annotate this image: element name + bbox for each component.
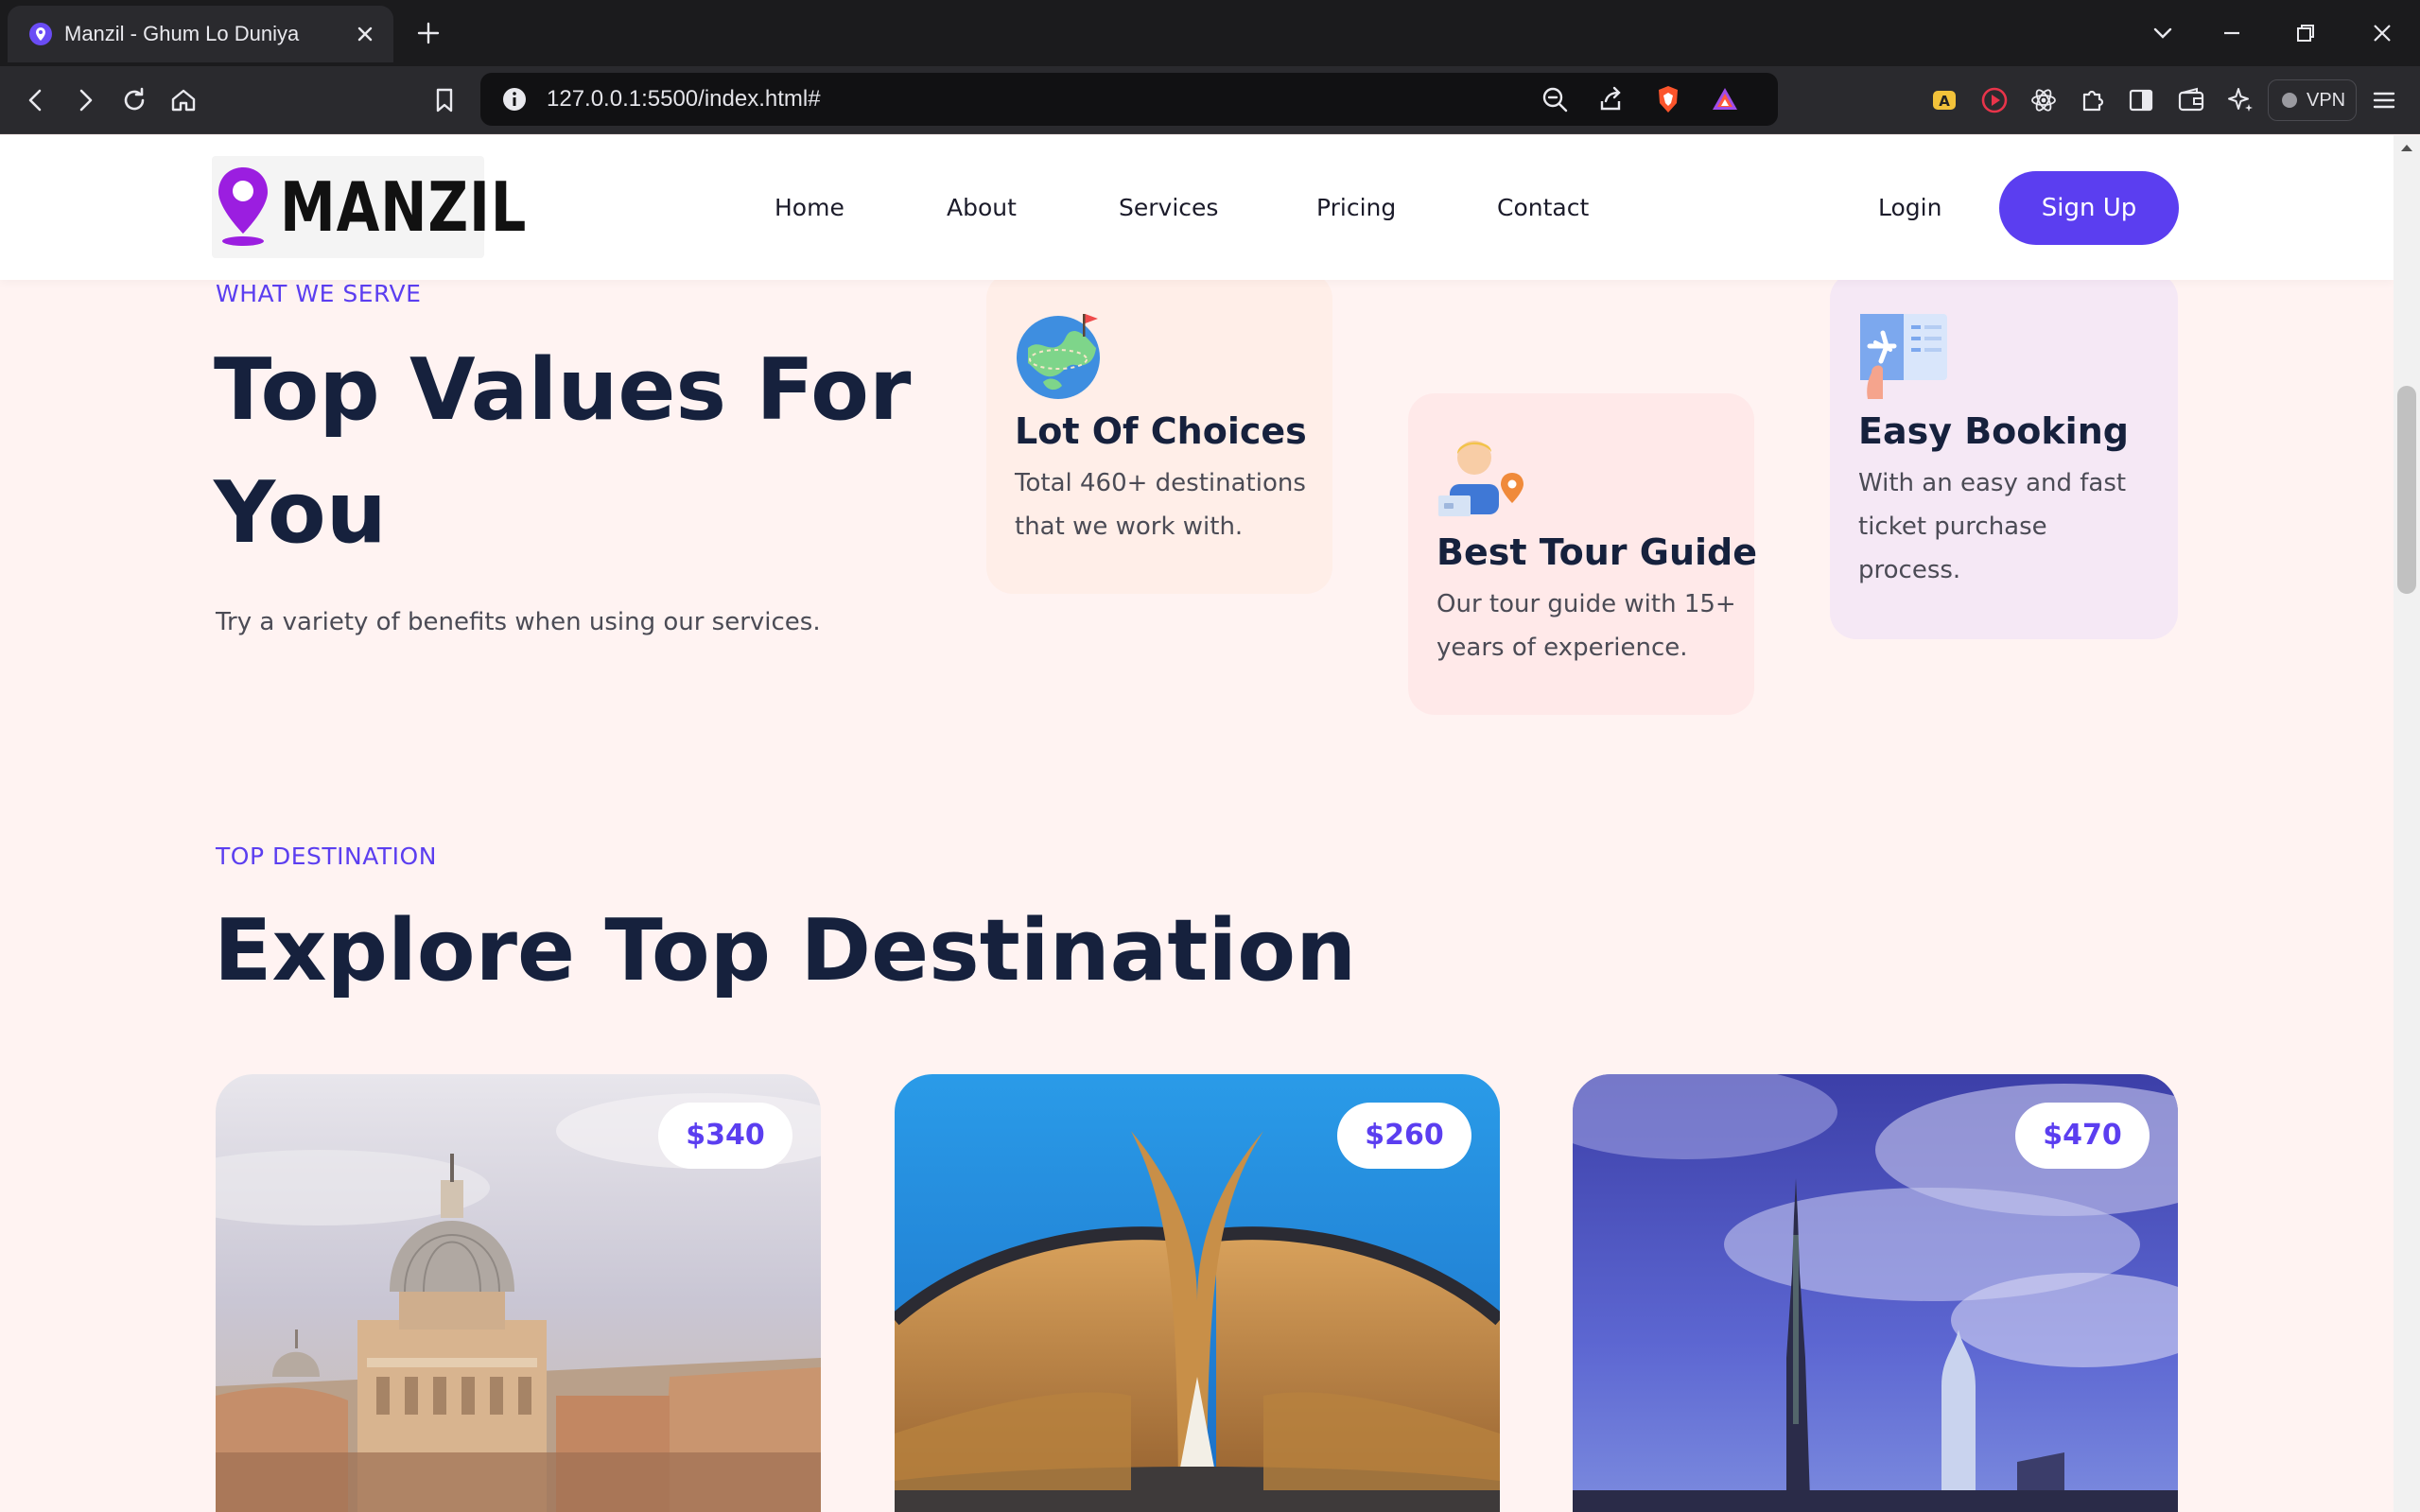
serve-eyebrow: WHAT WE SERVE xyxy=(216,280,422,307)
svg-text:A: A xyxy=(1939,93,1950,110)
site-info-icon[interactable] xyxy=(497,82,531,116)
react-devtools-icon[interactable] xyxy=(2027,83,2061,117)
close-tab-icon[interactable] xyxy=(352,21,378,47)
manzil-favicon-icon xyxy=(29,23,52,45)
globe-icon xyxy=(1017,314,1100,399)
nav-services[interactable]: Services xyxy=(1119,135,1218,280)
scroll-up-arrow-icon[interactable] xyxy=(2400,143,2413,152)
site-logo[interactable]: MANZIL xyxy=(212,156,526,258)
price-badge: $260 xyxy=(1337,1103,1471,1169)
destination-heading: Explore Top Destination xyxy=(214,901,1357,1000)
back-icon[interactable] xyxy=(19,83,53,117)
share-icon[interactable] xyxy=(1594,82,1628,116)
logo-wordmark: MANZIL xyxy=(280,167,528,247)
address-bar[interactable]: 127.0.0.1:5500/index.html# xyxy=(480,73,1778,126)
card-text: With an easy and fast ticket purchase pr… xyxy=(1858,469,2127,584)
scrollbar-thumb[interactable] xyxy=(2397,386,2416,594)
home-icon[interactable] xyxy=(166,83,200,117)
card-text: Total 460+ destinations that we work wit… xyxy=(1015,469,1306,541)
brave-shield-icon[interactable] xyxy=(1651,82,1685,116)
page-viewport: MANZIL Home About Services Pricing Conta… xyxy=(0,135,2394,1512)
feature-card-choices: Lot Of Choices Total 460+ destinations t… xyxy=(986,272,1332,594)
new-tab-icon[interactable] xyxy=(414,19,443,47)
tab-title: Manzil - Ghum Lo Duniya xyxy=(64,22,300,45)
minimize-icon[interactable] xyxy=(2216,17,2248,49)
vpn-button[interactable]: VPN xyxy=(2268,79,2357,121)
destination-card-islamabad[interactable]: $260 xyxy=(895,1074,1500,1512)
nav-about[interactable]: About xyxy=(947,135,1017,280)
price-badge: $340 xyxy=(658,1103,792,1169)
signup-button[interactable]: Sign Up xyxy=(1999,171,2179,245)
extensions-puzzle-icon[interactable] xyxy=(2076,83,2110,117)
card-title: Best Tour Guide xyxy=(1436,531,1757,573)
browser-tab[interactable]: Manzil - Ghum Lo Duniya xyxy=(8,6,393,62)
card-title: Easy Booking xyxy=(1858,410,2129,452)
nav-home[interactable]: Home xyxy=(775,135,844,280)
destination-card-rome[interactable]: $340 xyxy=(216,1074,821,1512)
serve-heading: Top Values For You xyxy=(214,340,912,563)
nav-contact[interactable]: Contact xyxy=(1497,135,1589,280)
forward-icon[interactable] xyxy=(68,83,102,117)
menu-icon[interactable] xyxy=(2367,83,2401,117)
nav-pricing[interactable]: Pricing xyxy=(1316,135,1396,280)
tour-guide-icon xyxy=(1438,441,1523,516)
page-scrollbar[interactable] xyxy=(2394,135,2420,1512)
zoom-icon[interactable] xyxy=(1538,82,1572,116)
card-text: Our tour guide with 15+ years of experie… xyxy=(1436,590,1736,662)
bookmark-icon[interactable] xyxy=(427,83,461,117)
restore-icon[interactable] xyxy=(2289,17,2322,49)
vpn-status-dot-icon xyxy=(2282,93,2297,108)
destination-card-dubai[interactable]: $470 xyxy=(1573,1074,2178,1512)
media-extension-icon[interactable] xyxy=(1977,83,2011,117)
ticket-icon xyxy=(1860,314,1947,399)
close-window-icon[interactable] xyxy=(2366,17,2398,49)
sidebar-toggle-icon[interactable] xyxy=(2124,83,2158,117)
destination-eyebrow: TOP DESTINATION xyxy=(216,843,437,870)
browser-tab-strip: Manzil - Ghum Lo Duniya xyxy=(0,0,2420,66)
url-text[interactable]: 127.0.0.1:5500/index.html# xyxy=(547,73,821,126)
translate-extension-icon[interactable]: A xyxy=(1927,83,1961,117)
vpn-label: VPN xyxy=(2307,90,2346,111)
location-pin-icon xyxy=(218,167,268,246)
browser-toolbar: 127.0.0.1:5500/index.html# A VPN xyxy=(0,66,2420,134)
site-header: MANZIL Home About Services Pricing Conta… xyxy=(0,135,2394,280)
serve-subtitle: Try a variety of benefits when using our… xyxy=(216,608,821,636)
feature-card-guide: Best Tour Guide Our tour guide with 15+ … xyxy=(1408,393,1757,715)
login-link[interactable]: Login xyxy=(1878,135,1941,280)
tab-list-chevron-icon[interactable] xyxy=(2147,17,2179,49)
feature-card-booking: Easy Booking With an easy and fast ticke… xyxy=(1830,272,2178,639)
card-title: Lot Of Choices xyxy=(1015,410,1307,452)
brave-rewards-icon[interactable] xyxy=(1708,82,1742,116)
wallet-icon[interactable] xyxy=(2174,83,2208,117)
leo-ai-sparkle-icon[interactable] xyxy=(2223,83,2257,117)
price-badge: $470 xyxy=(2015,1103,2150,1169)
reload-icon[interactable] xyxy=(117,83,151,117)
